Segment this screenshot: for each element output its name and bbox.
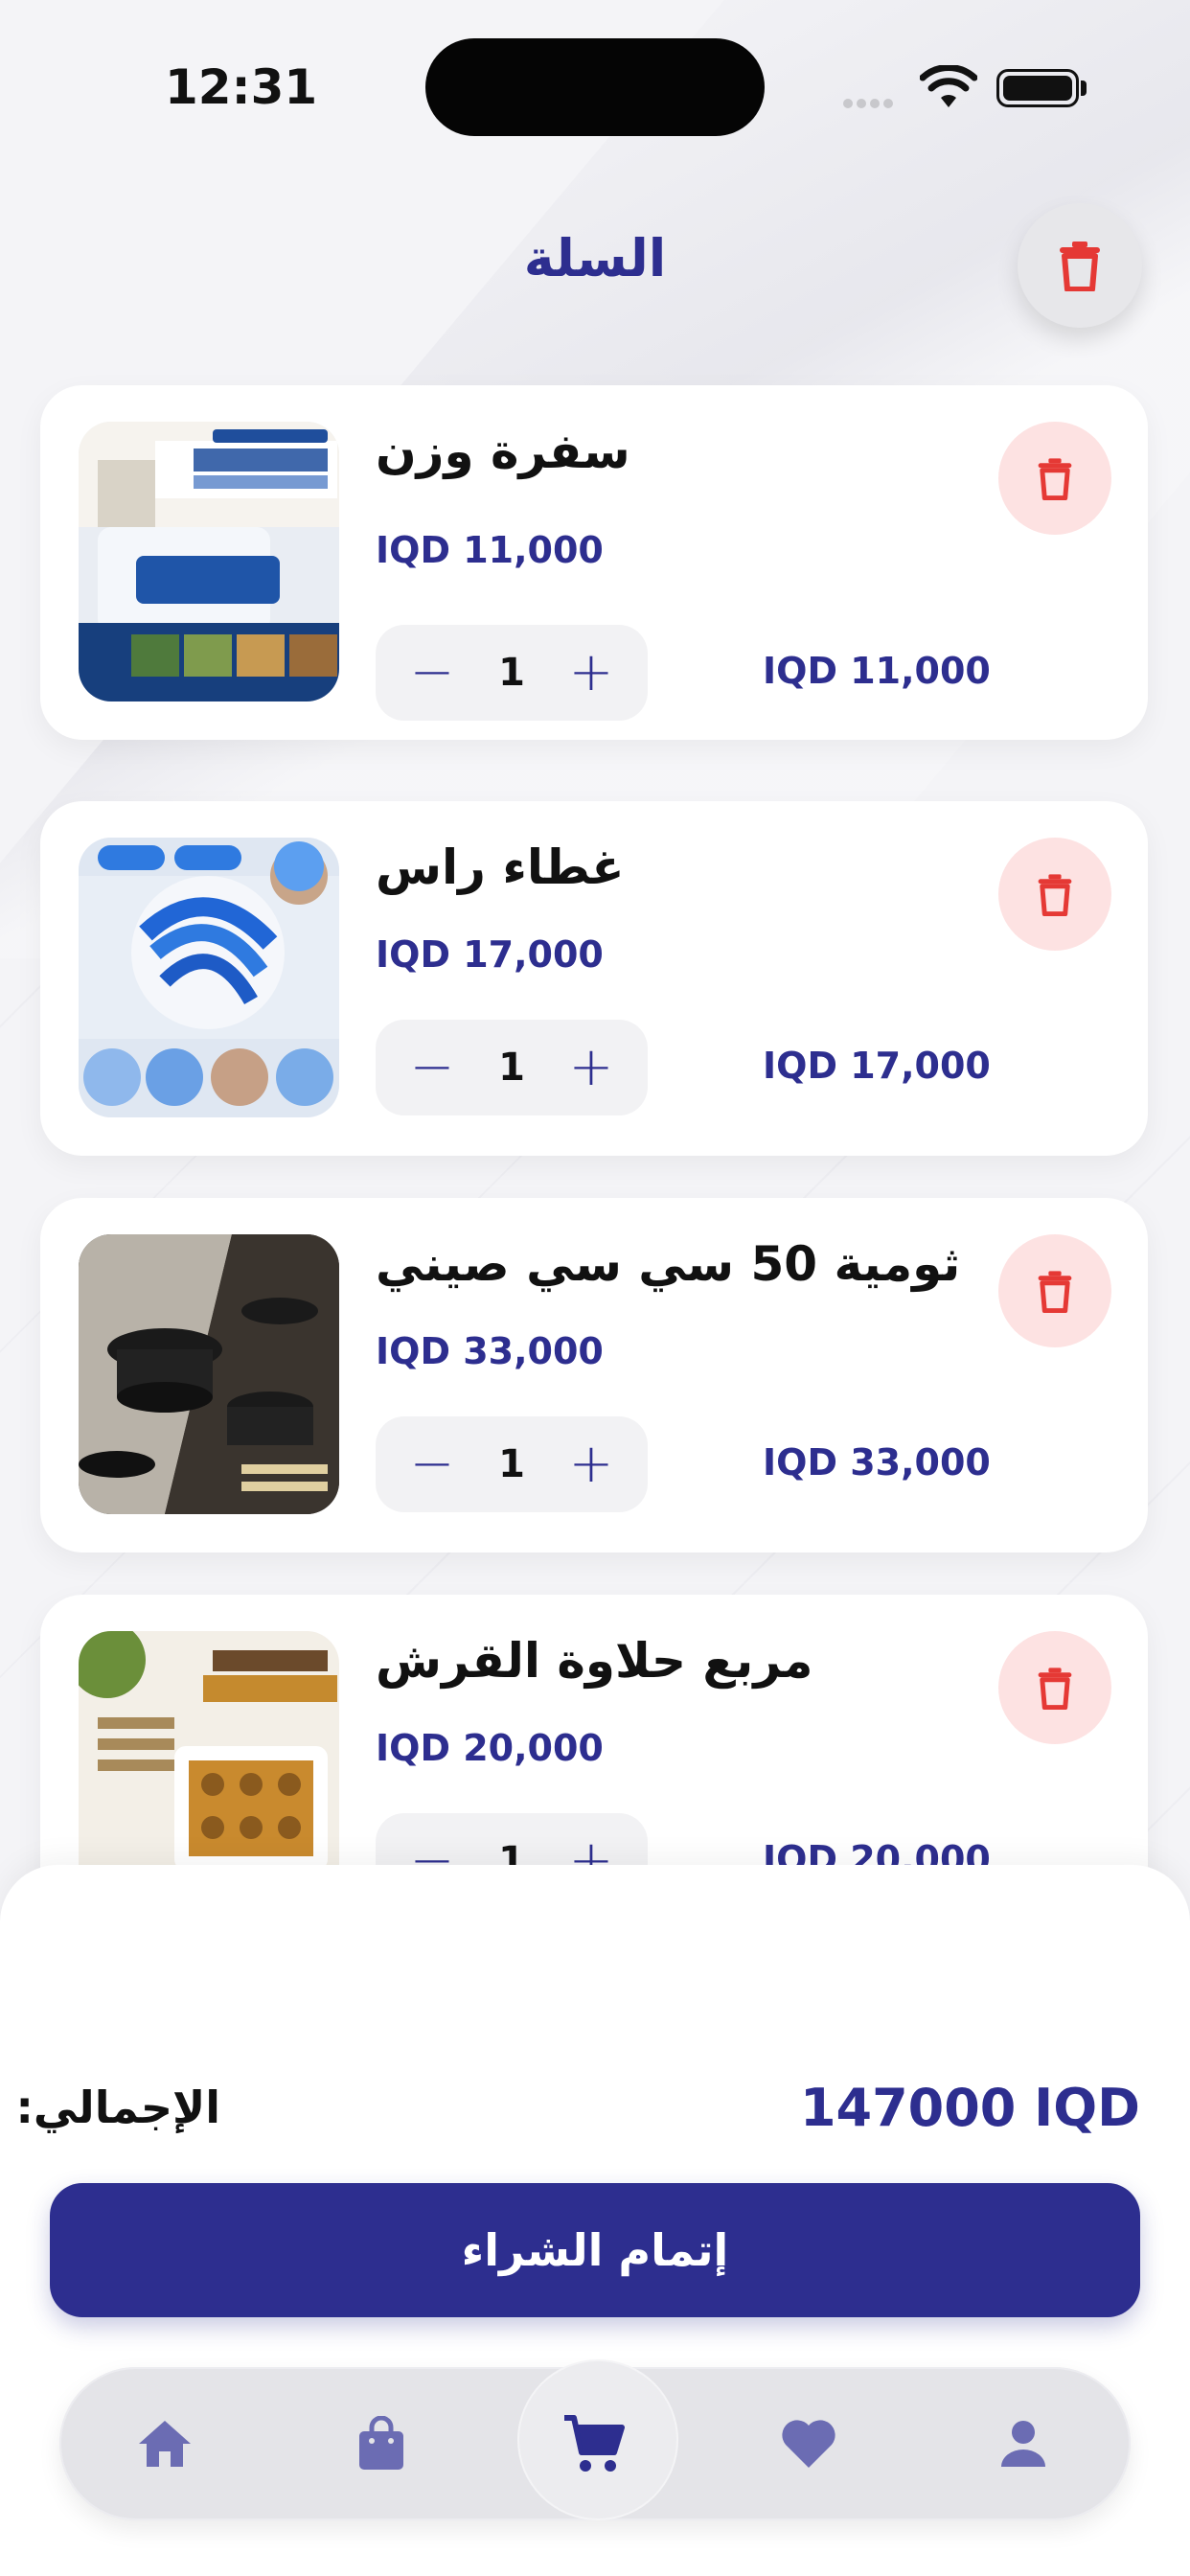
- line-total: IQD 17,000: [763, 1045, 991, 1087]
- product-name: مربع حلاوة القرش: [376, 1633, 813, 1689]
- bottom-tab-bar: [59, 2361, 1131, 2520]
- dynamic-island: [425, 38, 765, 136]
- decrease-quantity-button[interactable]: −: [408, 1438, 456, 1491]
- product-price: IQD 20,000: [376, 1727, 604, 1769]
- quantity-stepper: − 1 +: [376, 625, 648, 721]
- product-price: IQD 33,000: [376, 1330, 604, 1372]
- cart-icon: [564, 2415, 625, 2472]
- increase-quantity-button[interactable]: +: [567, 1041, 615, 1094]
- trash-icon: [1038, 458, 1072, 500]
- trash-icon: [1038, 1668, 1072, 1710]
- trash-icon: [1060, 242, 1100, 291]
- product-name: ثومية 50 سي سي صيني: [376, 1236, 961, 1292]
- quantity-stepper: − 1 +: [376, 1020, 648, 1116]
- product-image[interactable]: [79, 1234, 339, 1514]
- product-image[interactable]: [79, 422, 339, 702]
- user-icon: [1001, 2421, 1045, 2467]
- product-name: سفرة وزن: [376, 424, 630, 479]
- cellular-signal-icon: [843, 94, 906, 108]
- heart-icon: [782, 2420, 835, 2468]
- total-label: الإجمالي:: [15, 2082, 221, 2133]
- trash-icon: [1038, 1271, 1072, 1313]
- cart-item-card: ثومية 50 سي سي صيني IQD 33,000 − 1 + IQD…: [40, 1198, 1148, 1552]
- remove-item-button[interactable]: [998, 1234, 1111, 1347]
- quantity-value: 1: [498, 1046, 525, 1090]
- tab-favorites[interactable]: [732, 2367, 885, 2520]
- product-price: IQD 11,000: [376, 529, 604, 571]
- product-price: IQD 17,000: [376, 933, 604, 976]
- trash-icon: [1038, 874, 1072, 916]
- quantity-value: 1: [498, 1442, 525, 1486]
- cart-item-card: سفرة وزن IQD 11,000 − 1 + IQD 11,000: [40, 385, 1148, 740]
- battery-icon: [996, 69, 1079, 107]
- increase-quantity-button[interactable]: +: [567, 1438, 615, 1491]
- page-title: السلة: [523, 228, 667, 288]
- remove-item-button[interactable]: [998, 1631, 1111, 1744]
- tab-cart[interactable]: [517, 2361, 676, 2520]
- wifi-icon: [919, 64, 978, 109]
- home-icon: [139, 2421, 191, 2467]
- quantity-stepper: − 1 +: [376, 1416, 648, 1512]
- tab-shop[interactable]: [305, 2367, 458, 2520]
- checkout-button[interactable]: إتمام الشراء: [50, 2183, 1140, 2317]
- decrease-quantity-button[interactable]: −: [408, 646, 456, 700]
- tab-home[interactable]: [88, 2367, 241, 2520]
- quantity-value: 1: [498, 651, 525, 695]
- battery-tip: [1081, 80, 1087, 96]
- clear-cart-button[interactable]: [1018, 203, 1142, 328]
- line-total: IQD 33,000: [763, 1441, 991, 1484]
- tab-profile[interactable]: [947, 2367, 1100, 2520]
- decrease-quantity-button[interactable]: −: [408, 1041, 456, 1094]
- shopping-bag-icon: [359, 2416, 403, 2470]
- remove-item-button[interactable]: [998, 838, 1111, 951]
- total-value: 147000 IQD: [799, 2078, 1140, 2138]
- product-image[interactable]: [79, 838, 339, 1117]
- remove-item-button[interactable]: [998, 422, 1111, 535]
- status-time: 12:31: [165, 59, 318, 115]
- cart-screen: 12:31 السلة سفرة وزن IQD 11,000 − 1 + IQ…: [0, 0, 1190, 2576]
- line-total: IQD 11,000: [763, 650, 991, 692]
- cart-item-card: غطاء راس IQD 17,000 − 1 + IQD 17,000: [40, 801, 1148, 1156]
- product-name: غطاء راس: [376, 840, 625, 895]
- increase-quantity-button[interactable]: +: [567, 646, 615, 700]
